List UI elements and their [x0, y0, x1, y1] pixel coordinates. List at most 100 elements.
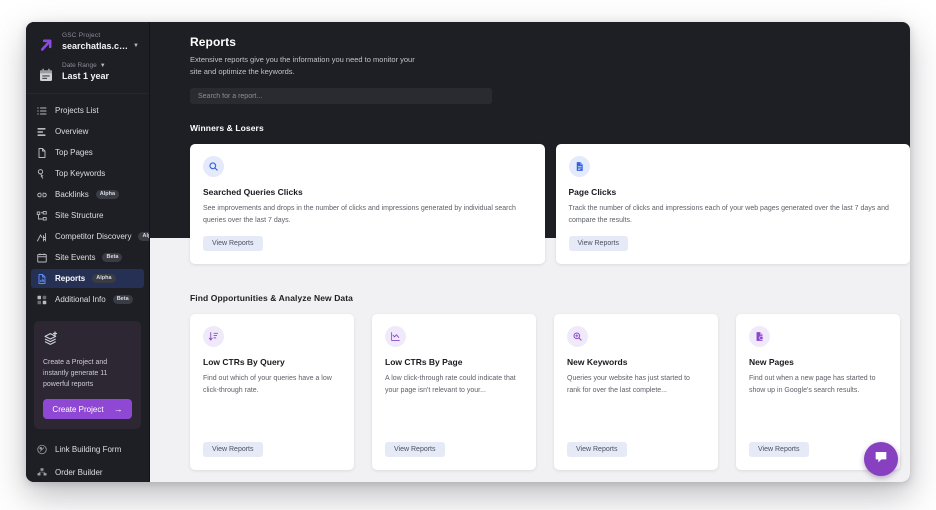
- create-project-button[interactable]: Create Project →: [43, 399, 132, 419]
- project-name: searchatlas.com: [62, 41, 130, 51]
- report-card-searched-queries-clicks[interactable]: Searched Queries Clicks See improvements…: [190, 144, 545, 264]
- sidebar-item-backlinks[interactable]: Backlinks Alpha: [31, 185, 144, 204]
- competitor-chart-icon: [36, 231, 48, 243]
- section-title-find-opportunities: Find Opportunities & Analyze New Data: [190, 293, 354, 303]
- status-badge: Beta: [102, 253, 123, 262]
- view-reports-button[interactable]: View Reports: [203, 236, 263, 251]
- create-project-promo: Create a Project and instantly generate …: [34, 321, 141, 429]
- sidebar-footer-nav: Link Building Form Order Builder: [26, 435, 149, 482]
- page-icon: [36, 147, 48, 159]
- calendar-icon: [36, 65, 56, 85]
- section-title-winners-losers: Winners & Losers: [190, 123, 264, 133]
- report-card-new-keywords[interactable]: New Keywords Queries your website has ju…: [554, 314, 718, 470]
- card-title: Searched Queries Clicks: [203, 187, 303, 197]
- calendar-events-icon: [36, 252, 48, 264]
- sidebar-item-site-structure[interactable]: Site Structure: [31, 206, 144, 225]
- promo-text: Create a Project and instantly generate …: [43, 359, 108, 388]
- date-range-selector[interactable]: Date Range ▼ Last 1 year: [26, 59, 149, 94]
- arrow-up-right-logo-icon: [36, 35, 56, 55]
- sidebar-item-top-keywords[interactable]: Top Keywords: [31, 164, 144, 183]
- page-title: Reports: [190, 35, 237, 49]
- list-icon: [36, 105, 48, 117]
- search-input[interactable]: [190, 88, 492, 104]
- sidebar-item-label: Link Building Form: [55, 445, 122, 454]
- link-building-icon: [36, 444, 48, 456]
- date-range-value: Last 1 year: [62, 71, 110, 81]
- status-badge: Beta: [112, 295, 133, 304]
- sidebar-item-label: Reports: [55, 274, 86, 283]
- order-builder-icon: [36, 467, 48, 479]
- sidebar-item-label: Site Structure: [55, 211, 104, 220]
- layers-plus-icon: [43, 330, 132, 351]
- sidebar-item-order-builder[interactable]: Order Builder: [31, 462, 144, 482]
- card-title: New Pages: [749, 357, 794, 367]
- overview-bars-icon: [36, 126, 48, 138]
- sidebar-item-site-events[interactable]: Site Events Beta: [31, 248, 144, 267]
- project-selector[interactable]: GSC Project searchatlas.com ▼: [26, 22, 149, 59]
- chat-bubble-button[interactable]: [864, 442, 898, 476]
- link-icon: [36, 189, 48, 201]
- sort-descending-icon: [203, 326, 224, 347]
- sidebar-item-label: Additional Info: [55, 295, 106, 304]
- magnifier-icon: [203, 156, 224, 177]
- key-icon: [36, 168, 48, 180]
- arrow-right-icon: →: [113, 404, 123, 414]
- app-window: GSC Project searchatlas.com ▼ Date Range…: [26, 22, 910, 482]
- card-description: Find out which of your queries have a lo…: [203, 375, 332, 394]
- view-reports-button[interactable]: View Reports: [568, 236, 629, 251]
- view-reports-button[interactable]: View Reports: [749, 442, 809, 457]
- sidebar: GSC Project searchatlas.com ▼ Date Range…: [26, 22, 150, 482]
- page-header: Reports Extensive reports give you the i…: [150, 22, 910, 77]
- status-badge: Alpha: [92, 274, 116, 283]
- main-content: Reports Extensive reports give you the i…: [150, 22, 910, 482]
- grid-squares-icon: [36, 294, 48, 306]
- card-title: Low CTRs By Page: [385, 357, 463, 367]
- card-description: Find out when a new page has started to …: [749, 375, 876, 394]
- sidebar-item-top-pages[interactable]: Top Pages: [31, 143, 144, 162]
- sitemap-icon: [36, 210, 48, 222]
- sidebar-item-label: Projects List: [55, 106, 99, 115]
- card-title: Page Clicks: [568, 187, 617, 197]
- sidebar-item-label: Top Pages: [55, 148, 93, 157]
- report-card-low-ctrs-by-page[interactable]: Low CTRs By Page A low click-through rat…: [372, 314, 536, 470]
- line-chart-down-icon: [385, 326, 406, 347]
- sidebar-item-label: Backlinks: [55, 190, 89, 199]
- view-reports-button[interactable]: View Reports: [203, 442, 263, 457]
- magnifier-plus-icon: [567, 326, 588, 347]
- sidebar-item-label: Top Keywords: [55, 169, 106, 178]
- winners-losers-card-grid: Searched Queries Clicks See improvements…: [190, 144, 910, 264]
- status-badge: Alpha: [138, 232, 149, 241]
- report-card-low-ctrs-by-query[interactable]: Low CTRs By Query Find out which of your…: [190, 314, 354, 470]
- sidebar-item-competitor-discovery[interactable]: Competitor Discovery Alpha: [31, 227, 149, 246]
- card-title: New Keywords: [567, 357, 628, 367]
- project-label: GSC Project: [62, 32, 101, 39]
- view-reports-button[interactable]: View Reports: [567, 442, 627, 457]
- card-title: Low CTRs By Query: [203, 357, 285, 367]
- sidebar-item-reports[interactable]: Reports Alpha: [31, 269, 144, 288]
- chevron-down-icon[interactable]: ▼: [100, 63, 106, 69]
- sidebar-item-overview[interactable]: Overview: [31, 122, 144, 141]
- sidebar-item-link-building-form[interactable]: Link Building Form: [31, 439, 144, 460]
- sidebar-item-label: Site Events: [55, 253, 96, 262]
- document-icon: [568, 156, 590, 177]
- date-range-label: Date Range ▼: [62, 62, 106, 69]
- report-card-page-clicks[interactable]: Page Clicks Track the number of clicks a…: [555, 144, 910, 264]
- new-page-icon: [749, 326, 770, 347]
- sidebar-item-label: Competitor Discovery: [55, 232, 132, 241]
- sidebar-item-label: Overview: [55, 127, 89, 136]
- chat-bubble-icon: [873, 449, 889, 470]
- sidebar-nav: Projects List Overview Top Pages Top Key…: [26, 94, 149, 309]
- card-description: Queries your website has just started to…: [567, 375, 690, 394]
- card-description: See improvements and drops in the number…: [203, 205, 516, 224]
- chevron-down-icon[interactable]: ▼: [133, 43, 139, 49]
- sidebar-item-additional-info[interactable]: Additional Info Beta: [31, 290, 144, 309]
- page-subtitle: Extensive reports give you the informati…: [190, 55, 415, 76]
- sidebar-item-projects-list[interactable]: Projects List: [31, 101, 144, 120]
- card-description: Track the number of clicks and impressio…: [568, 205, 889, 224]
- sidebar-item-label: Order Builder: [55, 468, 103, 477]
- status-badge: Alpha: [95, 190, 120, 199]
- card-description: A low click-through rate could indicate …: [385, 375, 516, 394]
- view-reports-button[interactable]: View Reports: [385, 442, 445, 457]
- opportunities-card-grid: Low CTRs By Query Find out which of your…: [190, 314, 910, 470]
- create-project-label: Create Project: [52, 404, 104, 414]
